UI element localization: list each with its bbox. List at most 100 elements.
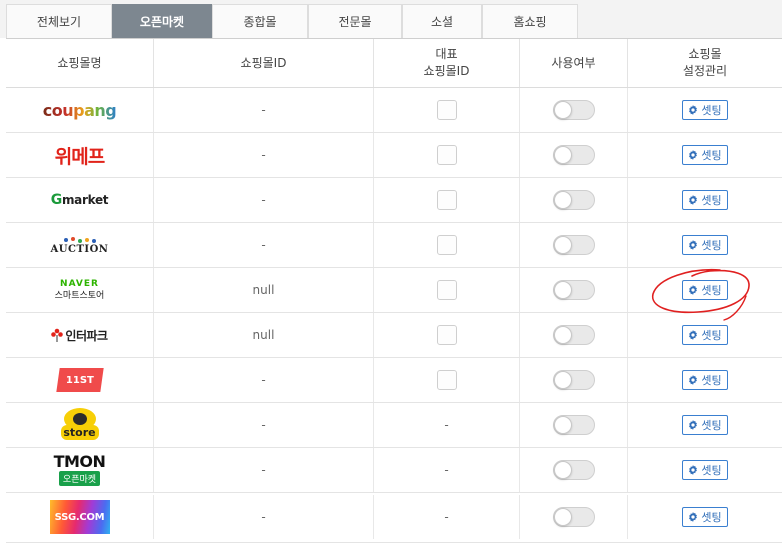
gear-icon	[688, 420, 698, 430]
setting-button[interactable]: 셋팅	[682, 190, 728, 210]
settings-cell: 셋팅	[628, 495, 782, 539]
use-toggle[interactable]	[552, 235, 595, 255]
use-toggle[interactable]	[552, 507, 595, 527]
rep-id-cell	[374, 358, 520, 402]
rep-id-checkbox[interactable]	[436, 280, 457, 300]
rep-id-checkbox[interactable]	[436, 325, 457, 345]
auction-logo: AUCTION	[51, 236, 109, 255]
settings-cell: 셋팅	[628, 268, 782, 312]
rep-id-checkbox[interactable]	[436, 100, 457, 120]
settings-cell: 셋팅	[628, 88, 782, 132]
col-mall-name: 쇼핑몰명	[6, 39, 154, 87]
setting-button[interactable]: 셋팅	[682, 370, 728, 390]
rep-id-cell	[374, 88, 520, 132]
setting-button-label: 셋팅	[701, 329, 722, 342]
table-row: Gmarket - 셋팅	[6, 178, 782, 223]
rep-id-cell	[374, 178, 520, 222]
coupang-logo: coupang	[42, 100, 117, 120]
rep-id-checkbox[interactable]	[436, 190, 457, 210]
mall-id-cell: -	[154, 448, 374, 492]
use-toggle[interactable]	[552, 280, 595, 300]
rep-id-value: -	[444, 510, 449, 524]
naver-smartstore-logo: NAVER 스마트스토어	[54, 278, 105, 301]
use-cell	[520, 133, 628, 177]
setting-button[interactable]: 셋팅	[682, 235, 728, 255]
table-row: 인터파크 null 셋팅	[6, 313, 782, 358]
col-settings: 쇼핑몰 설정관리	[682, 47, 728, 78]
setting-button-label: 셋팅	[701, 149, 722, 162]
mall-id-value: null	[252, 283, 275, 297]
use-toggle[interactable]	[552, 460, 595, 480]
use-cell	[520, 178, 628, 222]
use-cell	[520, 88, 628, 132]
rep-id-cell: -	[374, 448, 520, 492]
use-toggle[interactable]	[552, 415, 595, 435]
interpark-logo: 인터파크	[51, 327, 108, 344]
table-row: store - - 셋팅	[6, 403, 782, 448]
setting-button[interactable]: 셋팅	[682, 415, 728, 435]
tab-open-market[interactable]: 오픈마켓	[112, 4, 212, 38]
setting-button-label: 셋팅	[701, 194, 722, 207]
gear-icon	[688, 375, 698, 385]
tab-general-mall[interactable]: 종합몰	[212, 4, 308, 38]
tab-home-shopping[interactable]: 홈쇼핑	[482, 4, 578, 38]
mall-logo-cell: coupang	[6, 88, 154, 132]
use-toggle[interactable]	[552, 145, 595, 165]
rep-id-checkbox[interactable]	[436, 145, 457, 165]
use-toggle[interactable]	[552, 100, 595, 120]
setting-button-label: 셋팅	[701, 374, 722, 387]
rep-id-checkbox[interactable]	[436, 235, 457, 255]
mall-id-value: -	[261, 148, 266, 162]
mall-logo-cell: store	[6, 403, 154, 447]
tab-specialty-mall[interactable]: 전문몰	[308, 4, 402, 38]
mall-id-cell: -	[154, 223, 374, 267]
rep-id-cell	[374, 313, 520, 357]
toggle-knob	[553, 326, 572, 344]
table-row: 위메프 - 셋팅	[6, 133, 782, 178]
mall-id-value: -	[261, 463, 266, 477]
table-row: AUCTION - 셋팅	[6, 223, 782, 268]
toggle-knob	[553, 461, 572, 479]
mall-id-cell: -	[154, 88, 374, 132]
gear-icon	[688, 150, 698, 160]
tab-social[interactable]: 소셜	[402, 4, 482, 38]
setting-button-label: 셋팅	[701, 419, 722, 432]
col-rep-mall-id: 대표 쇼핑몰ID	[374, 39, 520, 87]
rep-id-cell: -	[374, 495, 520, 539]
settings-cell: 셋팅	[628, 223, 782, 267]
mall-logo-cell: Gmarket	[6, 178, 154, 222]
setting-button[interactable]: 셋팅	[682, 460, 728, 480]
use-toggle[interactable]	[552, 370, 595, 390]
mall-logo-cell: 11ST	[6, 358, 154, 402]
setting-button[interactable]: 셋팅	[682, 280, 728, 300]
toggle-knob	[553, 236, 572, 254]
rep-id-value: -	[444, 418, 449, 432]
rep-id-cell	[374, 223, 520, 267]
setting-button[interactable]: 셋팅	[682, 145, 728, 165]
11st-logo: 11ST	[55, 368, 104, 392]
toggle-knob	[553, 416, 572, 434]
setting-button[interactable]: 셋팅	[682, 325, 728, 345]
tab-bar: 전체보기 오픈마켓 종합몰 전문몰 소셜 홈쇼핑	[0, 0, 782, 38]
use-toggle[interactable]	[552, 190, 595, 210]
table-row: NAVER 스마트스토어 null 셋팅	[6, 268, 782, 313]
gear-icon	[688, 285, 698, 295]
mall-id-value: -	[261, 103, 266, 117]
mall-id-cell: null	[154, 268, 374, 312]
interpark-flower-icon	[51, 328, 64, 342]
rep-id-cell	[374, 268, 520, 312]
mall-logo-cell: TMON 오픈마켓	[6, 448, 154, 492]
mall-id-cell: -	[154, 178, 374, 222]
use-toggle[interactable]	[552, 325, 595, 345]
mall-logo-cell: 위메프	[6, 133, 154, 177]
use-cell	[520, 495, 628, 539]
gear-icon	[688, 240, 698, 250]
gear-icon	[688, 195, 698, 205]
rep-id-checkbox[interactable]	[436, 370, 457, 390]
setting-button[interactable]: 셋팅	[682, 100, 728, 120]
mall-logo-cell: AUCTION	[6, 223, 154, 267]
setting-button[interactable]: 셋팅	[682, 507, 728, 527]
wemakeprice-logo: 위메프	[54, 145, 105, 168]
tab-all[interactable]: 전체보기	[6, 4, 112, 38]
use-cell	[520, 403, 628, 447]
